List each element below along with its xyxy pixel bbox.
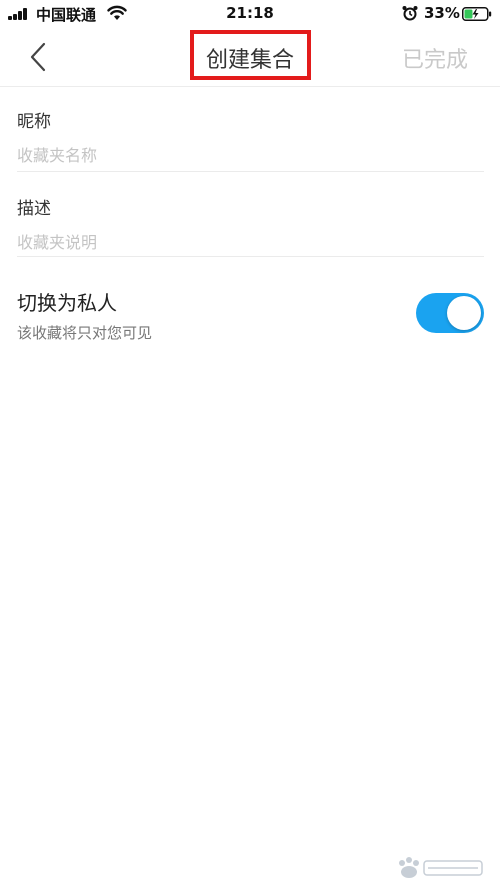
description-input[interactable] bbox=[17, 231, 484, 253]
status-bar: 中国联通 21:18 33% bbox=[0, 0, 500, 28]
screen: 中国联通 21:18 33% 创建集合 已完成 昵称 收藏夹名称 描述 收藏夹说… bbox=[0, 0, 500, 889]
baidu-jingyan-logo bbox=[399, 857, 483, 878]
toggle-knob bbox=[447, 296, 481, 330]
description-field: 描述 bbox=[17, 194, 484, 253]
nav-bar: 创建集合 已完成 bbox=[0, 28, 500, 87]
battery-charging-icon bbox=[462, 7, 492, 21]
description-label: 描述 bbox=[17, 199, 51, 219]
name-label: 昵称 bbox=[17, 112, 51, 132]
alarm-icon bbox=[402, 6, 418, 21]
private-toggle[interactable] bbox=[416, 293, 484, 333]
name-field: 昵称 bbox=[17, 107, 484, 166]
private-setting-row: 切换为私人 该收藏将只对您可见 bbox=[17, 287, 484, 347]
name-divider bbox=[17, 171, 484, 172]
done-button[interactable]: 已完成 bbox=[402, 42, 468, 74]
battery-percent: 33% bbox=[424, 4, 460, 22]
name-input[interactable] bbox=[17, 144, 484, 166]
private-description: 该收藏将只对您可见 bbox=[17, 324, 153, 342]
private-title: 切换为私人 bbox=[17, 291, 117, 315]
description-divider bbox=[17, 256, 484, 257]
